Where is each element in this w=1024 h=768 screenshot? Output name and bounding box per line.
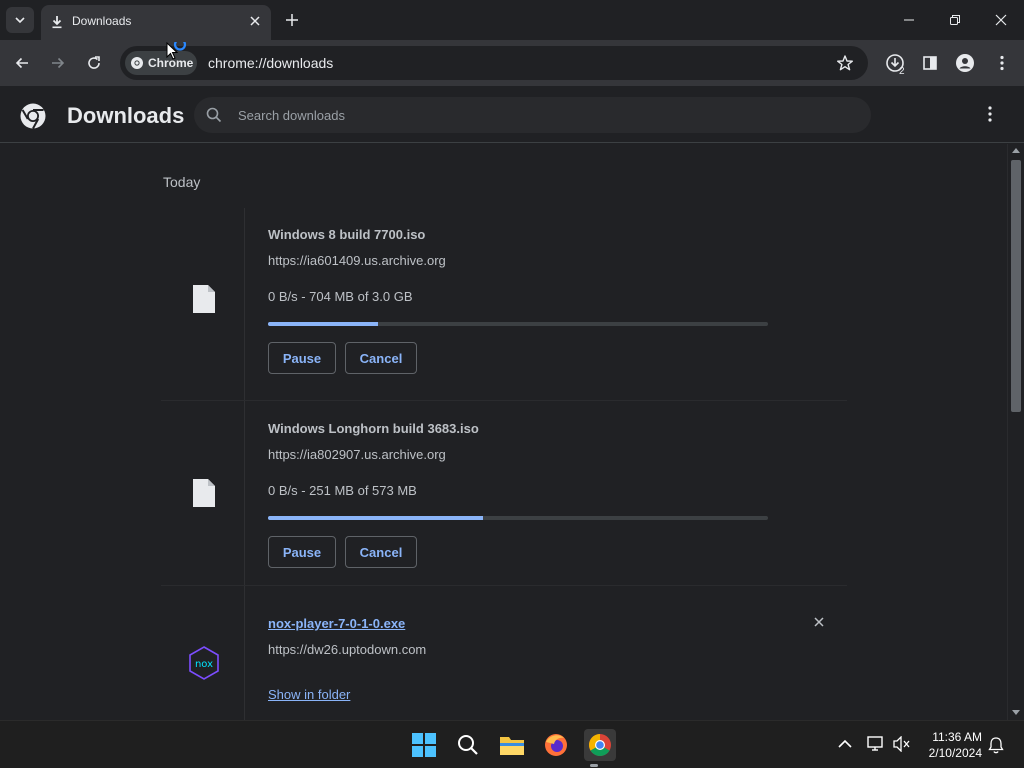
- chrome-logo-icon: [131, 57, 143, 69]
- download-filename: Windows Longhorn build 3683.iso: [268, 421, 479, 436]
- volume-muted-icon[interactable]: [893, 736, 911, 752]
- restore-icon: [950, 15, 960, 25]
- more-vert-icon: [1000, 55, 1004, 71]
- tab-strip: Downloads: [0, 0, 1024, 40]
- bookmark-star-icon[interactable]: [836, 54, 854, 72]
- side-panel-button[interactable]: [918, 51, 942, 75]
- address-bar[interactable]: Chrome chrome://downloads: [120, 46, 868, 80]
- download-filename: Windows 8 build 7700.iso: [268, 227, 426, 242]
- tab-downloads[interactable]: Downloads: [41, 5, 271, 40]
- chevron-up-icon[interactable]: [838, 739, 852, 749]
- forward-button[interactable]: [46, 51, 70, 75]
- url-text: chrome://downloads: [208, 55, 334, 71]
- folder-icon: [500, 737, 524, 755]
- svg-text:nox: nox: [195, 659, 213, 670]
- firefox-button[interactable]: [540, 729, 572, 761]
- active-app-indicator: [590, 764, 598, 767]
- show-in-folder-link[interactable]: Show in folder: [268, 687, 350, 702]
- arrow-left-icon: [15, 57, 28, 69]
- download-source-url: https://ia601409.us.archive.org: [268, 253, 446, 268]
- clock-time[interactable]: 11:36 AM: [926, 730, 982, 744]
- download-status: 0 B/s - 704 MB of 3.0 GB: [268, 289, 413, 304]
- download-item: Windows Longhorn build 3683.iso https://…: [161, 401, 847, 585]
- profile-icon: [956, 54, 974, 72]
- minimize-icon: [904, 19, 914, 21]
- download-progress-bar: [268, 322, 768, 326]
- chrome-logo-icon: [20, 103, 46, 129]
- scrollbar-thumb[interactable]: [1011, 160, 1021, 412]
- download-source-url: https://dw26.uptodown.com: [268, 642, 427, 657]
- notification-bell-icon[interactable]: [988, 736, 1004, 754]
- mouse-cursor-icon: [166, 42, 187, 60]
- search-icon: [206, 107, 222, 123]
- close-icon: [995, 14, 1007, 26]
- profile-button[interactable]: [953, 51, 977, 75]
- network-icon[interactable]: [867, 736, 885, 752]
- more-actions-icon[interactable]: [980, 104, 1000, 124]
- tab-search-button[interactable]: [6, 7, 34, 33]
- downloads-count-badge: 2: [899, 66, 905, 77]
- downloads-header: Downloads: [0, 86, 1024, 143]
- download-progress-fill: [268, 516, 483, 520]
- windows-taskbar: 11:36 AM 2/10/2024: [0, 720, 1024, 768]
- clock-date[interactable]: 2/10/2024: [920, 746, 982, 760]
- back-button[interactable]: [10, 51, 34, 75]
- pause-button[interactable]: Pause: [268, 342, 336, 374]
- cancel-button[interactable]: Cancel: [345, 342, 417, 374]
- minimize-button[interactable]: [897, 8, 921, 32]
- download-progress-fill: [268, 322, 378, 326]
- downloads-list: Today Windows 8 build 7700.iso https://i…: [0, 144, 1007, 720]
- search-input[interactable]: [238, 97, 838, 133]
- cancel-button[interactable]: Cancel: [345, 536, 417, 568]
- download-item: nox nox-player-7-0-1-0.exe https://dw26.…: [161, 586, 847, 720]
- download-icon: [52, 16, 62, 29]
- tab-title: Downloads: [72, 14, 132, 28]
- reload-icon: [88, 56, 100, 69]
- chrome-logo-icon: [589, 734, 611, 756]
- firefox-icon: [545, 734, 567, 756]
- download-item: Windows 8 build 7700.iso https://ia60140…: [161, 208, 847, 400]
- download-status: 0 B/s - 251 MB of 573 MB: [268, 483, 417, 498]
- restore-button[interactable]: [943, 8, 967, 32]
- browser-toolbar: Chrome chrome://downloads: [0, 40, 1024, 86]
- pause-button[interactable]: Pause: [268, 536, 336, 568]
- taskbar-search-button[interactable]: [452, 729, 484, 761]
- start-button[interactable]: [408, 729, 440, 761]
- scroll-up-arrow-icon[interactable]: [1012, 148, 1020, 153]
- vertical-scrollbar[interactable]: [1007, 144, 1024, 720]
- file-icon: [193, 285, 215, 313]
- section-heading: Today: [163, 174, 201, 190]
- scroll-down-arrow-icon[interactable]: [1012, 710, 1020, 715]
- download-source-url: https://ia802907.us.archive.org: [268, 447, 446, 462]
- arrow-right-icon: [52, 57, 65, 69]
- search-box: [194, 97, 871, 133]
- close-window-button[interactable]: [989, 8, 1013, 32]
- file-explorer-button[interactable]: [496, 729, 528, 761]
- new-tab-icon[interactable]: [282, 10, 302, 30]
- chevron-down-icon: [15, 17, 25, 24]
- search-icon: [458, 735, 478, 755]
- chrome-taskbar-button[interactable]: [584, 729, 616, 761]
- page-title: Downloads: [67, 103, 185, 128]
- close-tab-icon[interactable]: [247, 13, 263, 29]
- nox-app-icon: nox: [189, 646, 219, 680]
- chrome-menu-button[interactable]: [990, 51, 1014, 75]
- download-filename-link[interactable]: nox-player-7-0-1-0.exe: [268, 616, 405, 631]
- remove-item-icon[interactable]: [811, 614, 827, 630]
- file-icon: [193, 479, 215, 507]
- download-progress-bar: [268, 516, 768, 520]
- reload-button[interactable]: [82, 51, 106, 75]
- side-panel-icon: [923, 56, 937, 70]
- windows-logo-icon: [412, 733, 436, 757]
